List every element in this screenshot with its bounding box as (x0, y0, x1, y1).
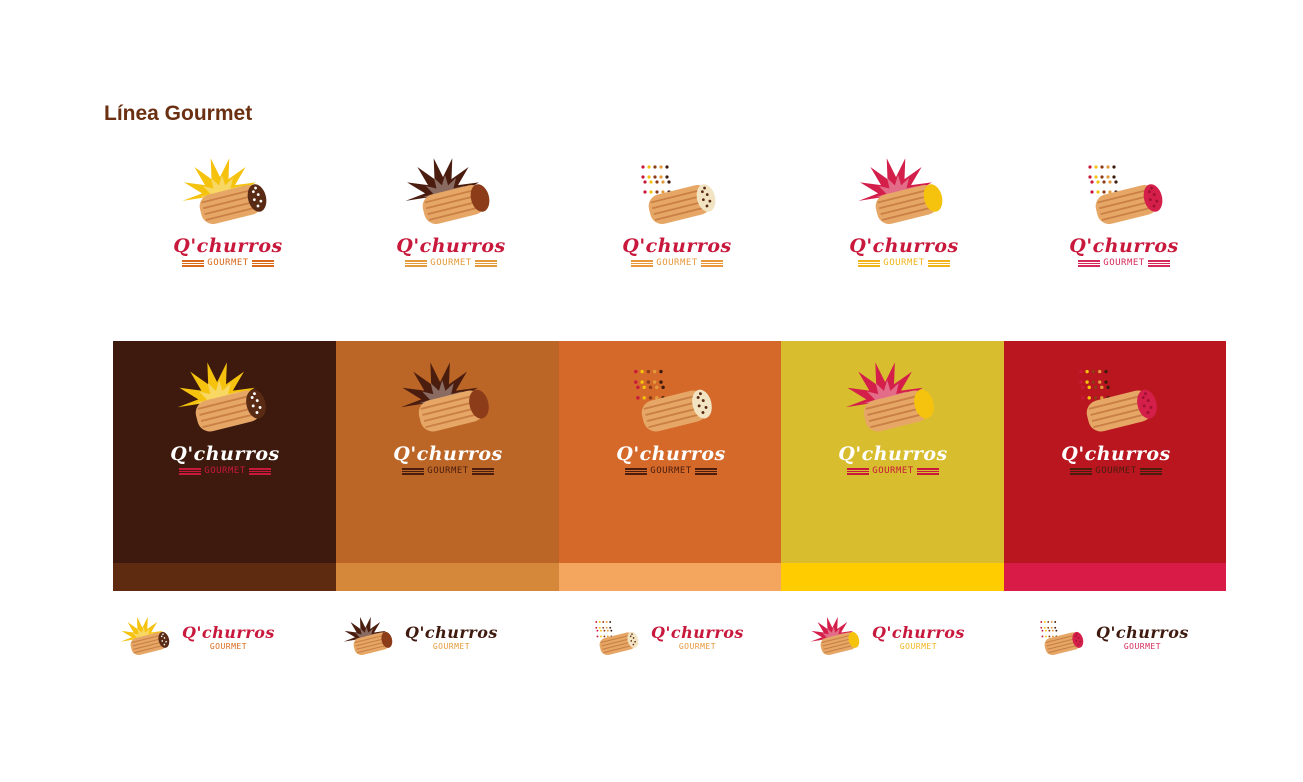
brand-sub: GOURMET (650, 466, 692, 476)
brand-name: Q'churros (838, 443, 948, 465)
stripes-icon (1078, 259, 1101, 267)
brand-sub: GOURMET (427, 466, 469, 476)
stripes-icon (251, 259, 274, 267)
brand-sub: GOURMET (209, 642, 248, 652)
stripes-icon (694, 467, 717, 475)
sprinkle-churro-berry-icon (1088, 165, 1163, 225)
color-band (559, 563, 782, 591)
brand-name: Q'churros (651, 623, 744, 643)
horizontal-logo-vanilla: Q'churros GOURMET (808, 615, 965, 661)
brand-sub: GOURMET (204, 466, 246, 476)
brand-sub: GOURMET (899, 642, 938, 652)
sprinkle-churro-icon (633, 369, 712, 432)
brand-sub: GOURMET (678, 642, 717, 652)
panel-logo: Q'churros GOURMET (793, 359, 993, 476)
top-logo-chocolate-sprinkles: Q'churros GOURMET (128, 155, 328, 268)
brand-name: Q'churros (173, 235, 283, 257)
burst-churro-dulce-icon (343, 616, 393, 656)
brand-sub: GOURMET (430, 258, 472, 268)
burst-churro-chocolate-icon (120, 616, 170, 656)
stripes-icon (182, 259, 205, 267)
panel-logo: Q'churros GOURMET (348, 359, 548, 476)
color-panel-chocolate-sprinkles: Q'churros GOURMET (113, 341, 336, 591)
stripes-icon (1070, 467, 1093, 475)
brand-name: Q'churros (616, 443, 726, 465)
stripes-icon (474, 259, 497, 267)
color-band (1004, 563, 1226, 591)
brand-name: Q'churros (872, 623, 965, 643)
stripes-icon (631, 259, 654, 267)
brand-sub: GOURMET (883, 258, 925, 268)
brand-name: Q'churros (1061, 443, 1171, 465)
stripes-icon (916, 467, 939, 475)
page-title: Línea Gourmet (104, 102, 253, 125)
brand-name: Q'churros (396, 235, 506, 257)
brand-sub: GOURMET (432, 642, 471, 652)
brand-name: Q'churros (1069, 235, 1179, 257)
horizontal-logo-dulce: Q'churros GOURMET (341, 615, 498, 661)
stripes-icon (625, 467, 648, 475)
sprinkle-churro-berry-icon (1078, 369, 1157, 432)
horizontal-logo-confetti: Q'churros GOURMET (587, 615, 744, 661)
burst-churro-vanilla-icon (858, 158, 943, 225)
panel-logo: Q'churros GOURMET (1016, 359, 1216, 476)
stripes-icon (402, 467, 425, 475)
stripes-icon (1147, 259, 1170, 267)
burst-churro-chocolate-icon (177, 362, 266, 432)
brand-name: Q'churros (622, 235, 732, 257)
stripes-icon (248, 467, 271, 475)
sprinkle-churro-icon (595, 621, 639, 656)
top-logo-dulce: Q'churros GOURMET (351, 155, 551, 268)
burst-churro-dulce-icon (400, 362, 489, 432)
horizontal-logo-chocolate-sprinkles: Q'churros GOURMET (118, 615, 275, 661)
top-logo-berry: Q'churros GOURMET (1024, 155, 1224, 268)
stripes-icon (700, 259, 723, 267)
brand-name: Q'churros (170, 443, 280, 465)
color-panel-vanilla: Q'churros GOURMET (781, 341, 1004, 591)
brand-sub: GOURMET (872, 466, 914, 476)
brand-sub: GOURMET (1095, 466, 1137, 476)
color-panel-confetti: Q'churros GOURMET (559, 341, 782, 591)
color-band (781, 563, 1004, 591)
sprinkle-churro-berry-icon (1040, 621, 1084, 656)
burst-churro-dulce-icon (405, 158, 490, 225)
stripes-icon (927, 259, 950, 267)
brand-name: Q'churros (405, 623, 498, 643)
brand-sub: GOURMET (656, 258, 698, 268)
brand-name: Q'churros (393, 443, 503, 465)
brand-name: Q'churros (182, 623, 275, 643)
brand-name: Q'churros (849, 235, 959, 257)
panel-logo: Q'churros GOURMET (125, 359, 325, 476)
burst-churro-vanilla-icon (845, 362, 934, 432)
brand-sub: GOURMET (1103, 258, 1145, 268)
top-logo-confetti: Q'churros GOURMET (577, 155, 777, 268)
burst-churro-vanilla-icon (810, 616, 860, 656)
stripes-icon (405, 259, 428, 267)
brand-name: Q'churros (1096, 623, 1189, 643)
color-band (336, 563, 559, 591)
stripes-icon (471, 467, 494, 475)
stripes-icon (179, 467, 202, 475)
stripes-icon (847, 467, 870, 475)
brand-sub: GOURMET (1123, 642, 1162, 652)
color-band (113, 563, 336, 591)
sprinkle-churro-icon (641, 165, 716, 225)
burst-churro-chocolate-icon (182, 158, 267, 225)
color-panel-dulce: Q'churros GOURMET (336, 341, 559, 591)
panel-logo: Q'churros GOURMET (571, 359, 771, 476)
horizontal-logo-berry: Q'churros GOURMET (1032, 615, 1189, 661)
stripes-icon (1139, 467, 1162, 475)
stripes-icon (858, 259, 881, 267)
brand-sub: GOURMET (207, 258, 249, 268)
top-logo-vanilla: Q'churros GOURMET (804, 155, 1004, 268)
color-panel-berry: Q'churros GOURMET (1004, 341, 1226, 591)
